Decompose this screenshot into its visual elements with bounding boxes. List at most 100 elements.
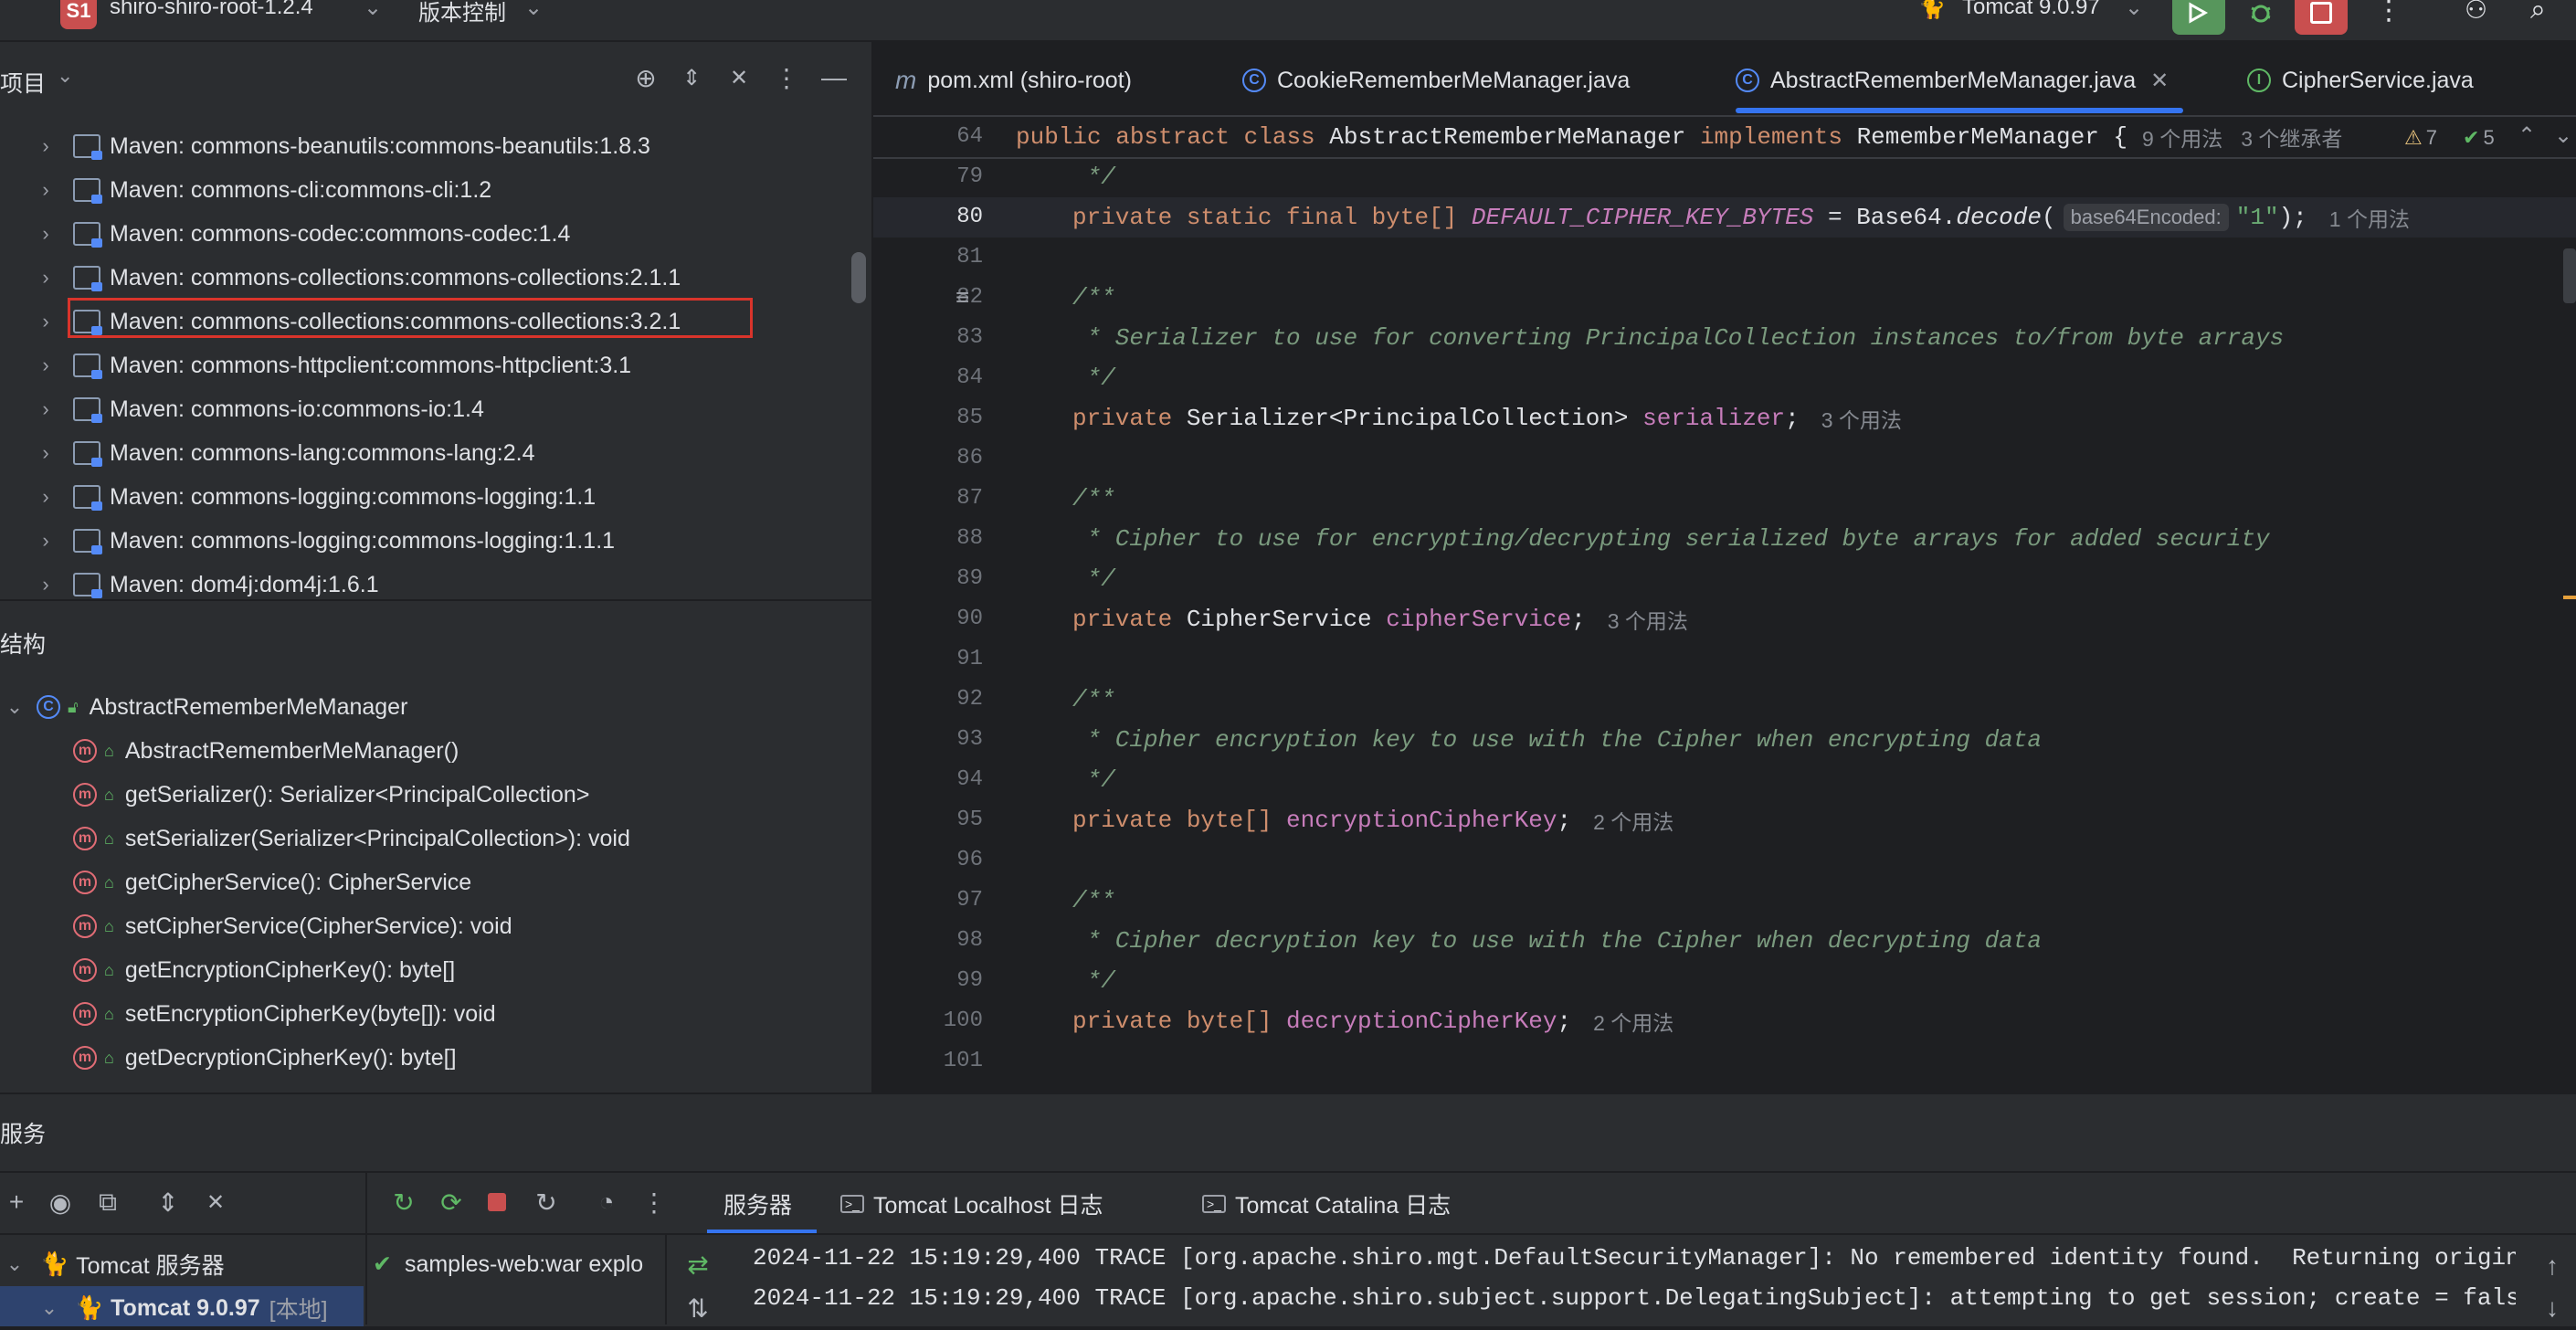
deploy-icon[interactable]: ⇄ [681,1248,714,1281]
new-tab-icon[interactable]: ⧉ [91,1186,124,1219]
tree-item[interactable]: › Maven: commons-cli:commons-cli:1.2 [0,168,850,212]
run-config-selector[interactable]: Tomcat 9.0.97 [1962,0,2100,20]
tree-item[interactable]: › Maven: commons-httpclient:commons-httpc… [0,343,850,387]
hide-panel-icon[interactable]: — [818,62,850,93]
chevron-right-icon[interactable]: › [37,485,55,508]
usages-hint[interactable]: 3 个用法 [1821,403,1902,434]
warning-marker[interactable] [2563,596,2576,599]
update-icon[interactable]: ⟳ [435,1186,468,1219]
usages-hint[interactable]: 2 个用法 [1593,1006,1673,1037]
structure-member[interactable]: m ⌂ getEncryptionCipherKey(): byte[] [0,948,850,992]
add-icon[interactable]: + [0,1186,33,1219]
scrollbar-thumb[interactable] [851,252,866,303]
chevron-right-icon[interactable]: › [37,178,55,201]
chevron-down-icon[interactable]: ⌄ [524,0,543,21]
scroll-down-icon[interactable]: ↓ [2536,1292,2569,1325]
collapse-all-icon[interactable]: ✕ [199,1186,232,1219]
project-badge[interactable]: S1 [60,0,97,29]
tab-cipher-service[interactable]: I CipherService.java [2247,60,2474,100]
code-text: ; [1571,606,1586,633]
check-icon[interactable]: ✔ 5 [2463,126,2495,150]
chevron-right-icon[interactable]: › [37,573,55,596]
more-icon[interactable]: ⋮ [771,62,802,93]
divider [665,1235,667,1325]
tree-item[interactable]: › Maven: commons-logging:commons-logging:… [0,475,850,519]
chevron-right-icon[interactable]: › [37,354,55,376]
usages-hint[interactable]: 2 个用法 [1593,805,1673,836]
tab-tomcat-localhost-log[interactable]: >_ Tomcat Localhost 日志 [840,1188,1103,1220]
run-button[interactable] [2172,0,2225,35]
tomcat-instance-node[interactable]: ⌄ 🐈 Tomcat 9.0.97 [本地] [0,1286,328,1330]
chevron-right-icon[interactable]: › [37,222,55,245]
console-output[interactable]: 2024-11-22 15:19:29,400 TRACE [org.apach… [753,1244,2516,1325]
usages-hint[interactable]: 3 个用法 [1608,604,1688,635]
chevron-right-icon[interactable]: › [37,310,55,332]
chevron-down-icon[interactable]: ⌄ [40,1296,58,1319]
structure-member[interactable]: m ⌂ setSerializer(Serializer<PrincipalColl… [0,817,850,860]
chevron-right-icon[interactable]: › [37,441,55,464]
chevron-up-icon[interactable]: ⌃ [2518,122,2536,149]
deployment-item[interactable]: ✔ samples-web:war explo [367,1242,665,1286]
code-text: = Base64. [1813,204,1957,231]
warning-icon[interactable]: ⚠ 7 [2404,126,2437,150]
add-user-icon[interactable]: ⚇ [2465,0,2487,25]
structure-member[interactable]: m ⌂ getSerializer(): Serializer<PrincipalC… [0,773,850,817]
more-icon[interactable]: ⋮ [2375,0,2402,26]
project-name[interactable]: shiro-shiro-root-1.2.4 [110,0,313,20]
locate-icon[interactable]: ⊕ [630,62,661,93]
tab-tomcat-catalina-log[interactable]: >_ Tomcat Catalina 日志 [1202,1188,1451,1220]
rerun-icon[interactable]: ↻ [387,1186,420,1219]
collapse-all-icon[interactable]: ✕ [723,62,755,93]
structure-member[interactable]: m ⌂ setEncryptionCipherKey(byte[]): void [0,992,850,1036]
tree-item[interactable]: › Maven: commons-codec:commons-codec:1.4 [0,212,850,256]
structure-member[interactable]: m ⌂ setCipherService(CipherService): void [0,904,850,948]
tree-item[interactable]: › Maven: commons-collections:commons-coll… [0,256,850,300]
doc-comment-icon[interactable]: ≡ [955,283,969,311]
tab-pom-xml[interactable]: m pom.xml (shiro-root) [895,60,1132,100]
tab-server[interactable]: 服务器 [723,1188,792,1220]
expand-all-icon[interactable]: ⇕ [676,62,707,93]
chevron-right-icon[interactable]: › [37,134,55,157]
structure-member[interactable]: m ⌂ getDecryptionCipherKey(): byte[] [0,1036,850,1080]
undeploy-icon[interactable]: ⇅ [681,1292,714,1325]
debug-button[interactable] [2234,0,2287,35]
chevron-right-icon[interactable]: › [37,266,55,289]
usages-hint[interactable]: 9 个用法 [2142,121,2222,153]
expand-all-icon[interactable]: ⇕ [152,1186,185,1219]
tree-item[interactable]: › Maven: commons-logging:commons-logging:… [0,519,850,563]
chevron-down-icon[interactable]: ⌄ [5,1252,24,1275]
chevron-down-icon[interactable]: ⌄ [2125,0,2143,21]
structure-root[interactable]: ⌄ C 🔓︎ AbstractRememberMeManager [0,685,850,729]
method-icon: m [73,914,97,938]
chevron-down-icon[interactable]: ⌄ [57,64,73,88]
chevron-right-icon[interactable]: › [37,529,55,552]
chevron-down-icon[interactable]: ⌄ [364,0,382,21]
profiler-icon[interactable]: ◔ [590,1186,623,1219]
scrollbar-thumb[interactable] [2563,248,2576,303]
tab-abstract-remember-me-manager[interactable]: C AbstractRememberMeManager.java ✕ [1736,60,2169,100]
tomcat-server-node[interactable]: ⌄ 🐈 Tomcat 服务器 [0,1242,225,1286]
more-icon[interactable]: ⋮ [638,1186,670,1219]
search-icon[interactable]: ⌕ [2530,0,2546,26]
close-icon[interactable]: ✕ [2150,68,2169,94]
stop-icon[interactable] [488,1193,506,1211]
structure-member[interactable]: m ⌂ AbstractRememberMeManager() [0,729,850,773]
line-number: 86 [956,446,983,470]
tree-item[interactable]: › Maven: commons-io:commons-io:1.4 [0,387,850,431]
string-literal[interactable]: "1" [2236,204,2279,231]
restart-icon[interactable]: ↻ [530,1186,563,1219]
chevron-right-icon[interactable]: › [37,397,55,420]
scroll-up-icon[interactable]: ↑ [2536,1250,2569,1282]
inheritors-hint[interactable]: 3 个继承者 [2241,121,2342,153]
tree-item[interactable]: › Maven: commons-beanutils:commons-beanut… [0,124,850,168]
usages-hint[interactable]: 1 个用法 [2329,202,2410,233]
eye-icon[interactable]: ◉ [44,1186,77,1219]
stop-button[interactable] [2295,0,2348,35]
tree-item[interactable]: › Maven: commons-lang:commons-lang:2.4 [0,431,850,475]
project-panel-title[interactable]: 项目 [0,66,46,99]
vcs-menu[interactable]: 版本控制 [418,0,506,26]
structure-member[interactable]: m ⌂ getCipherService(): CipherService [0,860,850,904]
chevron-down-icon[interactable]: ⌄ [2554,122,2572,149]
chevron-down-icon[interactable]: ⌄ [5,695,24,718]
tab-cookie-remember-me-manager[interactable]: C CookieRememberMeManager.java [1242,60,1630,100]
